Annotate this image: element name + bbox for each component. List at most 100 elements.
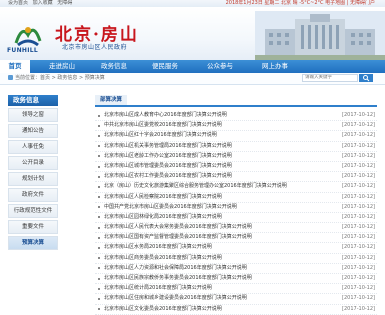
list-item-title[interactable]: 北京市房山区水务局2016年度部门决算公开说明: [104, 243, 324, 252]
list-item-title[interactable]: 中国共产党北京市房山区委员会2016年度部门决算公开说明: [104, 203, 324, 212]
accessibility-link[interactable]: 无障碍: [57, 0, 72, 6]
breadcrumb-text[interactable]: 当前位置：首页 > 政务信息 > 预算决算: [15, 75, 105, 81]
list-item-title[interactable]: 北京（房山）历史文化旅游集聚区综合服务管理办公室2016年度部门决算公开说明: [104, 182, 324, 191]
list-item[interactable]: 中共北京市房山区委党校2016年度部门决算公开说明 [2017-10-12]: [95, 121, 377, 132]
sidebar-item-important-documents[interactable]: 重要文件: [8, 220, 58, 234]
utility-links: 设为首页 加入收藏 无障碍: [8, 0, 75, 7]
content-tabbar: 部算决算: [95, 95, 377, 107]
sidebar-item-government-documents[interactable]: 政府文件: [8, 188, 58, 202]
list-item-title[interactable]: 北京市房山区机关事务管理局2016年度部门决算公开说明: [104, 142, 324, 151]
sidebar-item-plans[interactable]: 规划计划: [8, 172, 58, 186]
list-item[interactable]: 北京市房山区农村工作委员会2016年度部门决算公开说明 [2017-10-12]: [95, 172, 377, 183]
bullet-icon: [98, 134, 100, 137]
list-item[interactable]: 北京市房山区统计局2016年度部门决算公开说明 [2017-10-12]: [95, 284, 377, 295]
tab-budget-accounts[interactable]: 部算决算: [95, 95, 128, 105]
list-item-title[interactable]: 北京市房山区人民代表大会常务委员会2016年度部门决算公开说明: [104, 223, 324, 232]
list-item-date: [2017-10-12]: [342, 142, 375, 149]
sidebar-item-leaders[interactable]: 领导之窗: [8, 108, 58, 122]
list-item[interactable]: 中国共产党北京市房山区委员会2016年度部门决算公开说明 [2017-10-12]: [95, 203, 377, 213]
sidebar-item-budget-accounts[interactable]: 预算决算: [8, 236, 58, 250]
sidebar-item-public-catalog[interactable]: 公开目录: [8, 156, 58, 170]
list-item[interactable]: 北京市房山区国有资产监督管理委员会2016年度部门决算公开说明 [2017-10-…: [95, 233, 377, 244]
list-item-title[interactable]: 北京市房山区国有资产监督管理委员会2016年度部门决算公开说明: [104, 233, 324, 242]
list-item-date: [2017-10-12]: [342, 305, 375, 312]
list-item[interactable]: 北京市房山区红十字会2016年度部门决算公开说明 [2017-10-12]: [95, 131, 377, 142]
nav-public-services[interactable]: 便民服务: [143, 60, 187, 73]
set-homepage-link[interactable]: 设为首页: [8, 0, 28, 6]
list-item[interactable]: 北京市房山区人力资源和社会保障局2016年度部门决算公开说明 [2017-10-1…: [95, 264, 377, 274]
list-item-date: [2017-10-12]: [342, 285, 375, 292]
list-item-title[interactable]: 北京市房山区人民检察院2016年度部门决算公开说明: [104, 193, 324, 202]
bullet-icon: [98, 308, 100, 311]
list-item-title[interactable]: 北京市房山区民族宗教侨务事务委员会2016年度部门决算公开说明: [104, 274, 324, 283]
site-subtitle: 北京市房山区人民政府: [62, 44, 128, 51]
document-list: 北京市房山区成人教育中心2016年度部门决算公开说明 [2017-10-12] 中共…: [95, 111, 377, 315]
list-item-title[interactable]: 北京市房山区住房和城乡建设委员会2016年度部门决算公开说明: [104, 294, 324, 303]
list-item[interactable]: 北京市房山区商务委员会2016年度部门决算公开说明 [2017-10-12]: [95, 254, 377, 264]
list-item[interactable]: 北京市房山区机关事务管理局2016年度部门决算公开说明 [2017-10-12]: [95, 142, 377, 152]
breadcrumb: 当前位置：首页 > 政务信息 > 预算决算: [8, 73, 105, 84]
list-item-title[interactable]: 北京市房山区红十字会2016年度部门决算公开说明: [104, 131, 324, 140]
list-item-title[interactable]: 北京市房山区城市管理委员会2016年度部门决算公开说明: [104, 162, 324, 171]
list-item[interactable]: 北京市房山区成人教育中心2016年度部门决算公开说明 [2017-10-12]: [95, 111, 377, 122]
list-item[interactable]: 北京市房山区文化委员会2016年度部门决算公开说明 [2017-10-12]: [95, 305, 377, 315]
nav-government-info[interactable]: 政务信息: [92, 60, 136, 73]
utility-bar: 设为首页 加入收藏 无障碍 2018年1月23日 星期二 北京 晴 -5°C~2…: [0, 0, 385, 7]
logo-text: FUNHILL: [7, 47, 38, 54]
list-item-date: [2017-10-12]: [342, 112, 375, 118]
sidebar-item-notices[interactable]: 通知公告: [8, 124, 58, 138]
list-item-date: [2017-10-12]: [342, 275, 375, 281]
list-item-title[interactable]: 北京市房山区农村工作委员会2016年度部门决算公开说明: [104, 172, 324, 181]
bullet-icon: [98, 287, 100, 290]
list-item[interactable]: 北京市房山区人民代表大会常务委员会2016年度部门决算公开说明 [2017-10-…: [95, 223, 377, 234]
sidebar: 政务信息 领导之窗 通知公告 人事任免 公开目录 规划计划 政府文件 行政规范性…: [8, 95, 58, 250]
nav-public-participation[interactable]: 公众参与: [198, 60, 242, 73]
government-building-illustration: [255, 11, 385, 60]
search-button[interactable]: [359, 74, 373, 82]
breadcrumb-row: 当前位置：首页 > 政务信息 > 预算决算: [0, 73, 385, 85]
list-item[interactable]: 北京市房山区民族宗教侨务事务委员会2016年度部门决算公开说明 [2017-10-…: [95, 274, 377, 285]
content-panel: 部算决算 北京市房山区成人教育中心2016年度部门决算公开说明 [2017-10-…: [95, 95, 377, 315]
bullet-icon: [98, 277, 100, 280]
list-item-date: [2017-10-12]: [342, 203, 375, 210]
nav-home[interactable]: 首页: [0, 60, 30, 73]
list-item[interactable]: 北京（房山）历史文化旅游集聚区综合服务管理办公室2016年度部门决算公开说明 [2…: [95, 182, 377, 193]
list-item[interactable]: 北京市房山区人民检察院2016年度部门决算公开说明 [2017-10-12]: [95, 193, 377, 203]
list-item-title[interactable]: 北京市房山区统计局2016年度部门决算公开说明: [104, 284, 324, 293]
list-item[interactable]: 北京市房山区水务局2016年度部门决算公开说明 [2017-10-12]: [95, 243, 377, 254]
list-item[interactable]: 北京市房山区老龄工作办公室2016年度部门决算公开说明 [2017-10-12]: [95, 152, 377, 162]
nav-about-fangshan[interactable]: 走进房山: [40, 60, 84, 73]
bullet-icon: [98, 206, 100, 209]
add-favorite-link[interactable]: 加入收藏: [33, 0, 53, 6]
list-item[interactable]: 北京市房山区住房和城乡建设委员会2016年度部门决算公开说明 [2017-10-1…: [95, 294, 377, 305]
sidebar-item-regulatory-documents[interactable]: 行政规范性文件: [8, 204, 58, 218]
list-item-date: [2017-10-12]: [342, 183, 375, 190]
list-item-date: [2017-10-12]: [342, 234, 375, 241]
list-item-date: [2017-10-12]: [342, 162, 375, 169]
bullet-icon: [98, 257, 100, 260]
list-item-date: [2017-10-12]: [342, 173, 375, 180]
list-item-date: [2017-10-12]: [342, 193, 375, 200]
list-item-title[interactable]: 北京市房山区成人教育中心2016年度部门决算公开说明: [104, 111, 324, 120]
list-item-title[interactable]: 北京市房山区文化委员会2016年度部门决算公开说明: [104, 305, 324, 314]
list-item[interactable]: 北京市房山区园林绿化局2016年度部门决算公开说明 [2017-10-12]: [95, 213, 377, 224]
search-input[interactable]: [302, 74, 358, 82]
list-item-date: [2017-10-12]: [342, 244, 375, 251]
list-item-title[interactable]: 北京市房山区商务委员会2016年度部门决算公开说明: [104, 254, 324, 263]
bullet-icon: [98, 124, 100, 127]
list-item-title[interactable]: 北京市房山区老龄工作办公室2016年度部门决算公开说明: [104, 152, 324, 161]
bullet-icon: [98, 236, 100, 239]
sidebar-item-appointments[interactable]: 人事任免: [8, 140, 58, 154]
home-icon: [8, 75, 13, 80]
list-item[interactable]: 北京市房山区城市管理委员会2016年度部门决算公开说明 [2017-10-12]: [95, 162, 377, 173]
bullet-icon: [98, 196, 100, 199]
nav-online-services[interactable]: 网上办事: [253, 60, 297, 73]
search-icon: [363, 75, 370, 82]
list-item-title[interactable]: 北京市房山区人力资源和社会保障局2016年度部门决算公开说明: [104, 264, 324, 273]
sidebar-header: 政务信息: [8, 95, 58, 106]
list-item-title[interactable]: 中共北京市房山区委党校2016年度部门决算公开说明: [104, 121, 324, 130]
list-item-date: [2017-10-12]: [342, 264, 375, 271]
list-item-title[interactable]: 北京市房山区园林绿化局2016年度部门决算公开说明: [104, 213, 324, 222]
bullet-icon: [98, 165, 100, 168]
bullet-icon: [98, 114, 100, 117]
